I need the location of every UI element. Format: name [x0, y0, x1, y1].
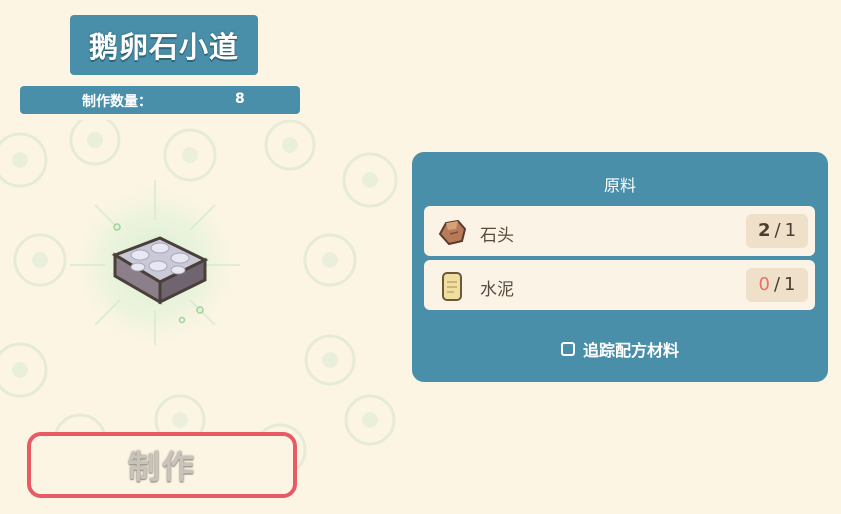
material-need: 1: [784, 220, 797, 241]
craft-count-bar: 制作数量： 8: [20, 86, 300, 114]
craft-count-label: 制作数量：: [82, 94, 152, 110]
material-count: 0/1: [746, 268, 808, 302]
materials-panel-title: 原料: [603, 176, 636, 195]
material-need: 1: [784, 274, 796, 295]
count-separator: /: [774, 220, 781, 241]
track-label: 追踪配方材料: [582, 341, 679, 360]
stone-icon: [438, 219, 467, 246]
craft-count-value: 8: [235, 91, 245, 107]
material-name: 水泥: [480, 280, 514, 300]
craft-button[interactable]: 制作: [27, 432, 297, 498]
count-separator: /: [773, 274, 781, 295]
track-materials-toggle[interactable]: 追踪配方材料: [412, 337, 828, 361]
item-title: 鹅卵石小道: [70, 15, 258, 75]
material-row-cement[interactable]: 水泥 0/1: [424, 260, 815, 310]
cement-bag-icon: [442, 272, 462, 301]
cobblestone-path-icon: [65, 175, 245, 350]
material-count: 2/1: [746, 214, 808, 248]
material-have: 2: [757, 220, 771, 241]
material-have: 0: [758, 274, 770, 295]
material-name: 石头: [480, 226, 514, 246]
materials-panel: 原料 石头 2/1 水泥 0/1 追踪配方材料: [412, 152, 828, 382]
material-row-stone[interactable]: 石头 2/1: [424, 206, 815, 256]
track-checkbox[interactable]: [560, 342, 575, 356]
